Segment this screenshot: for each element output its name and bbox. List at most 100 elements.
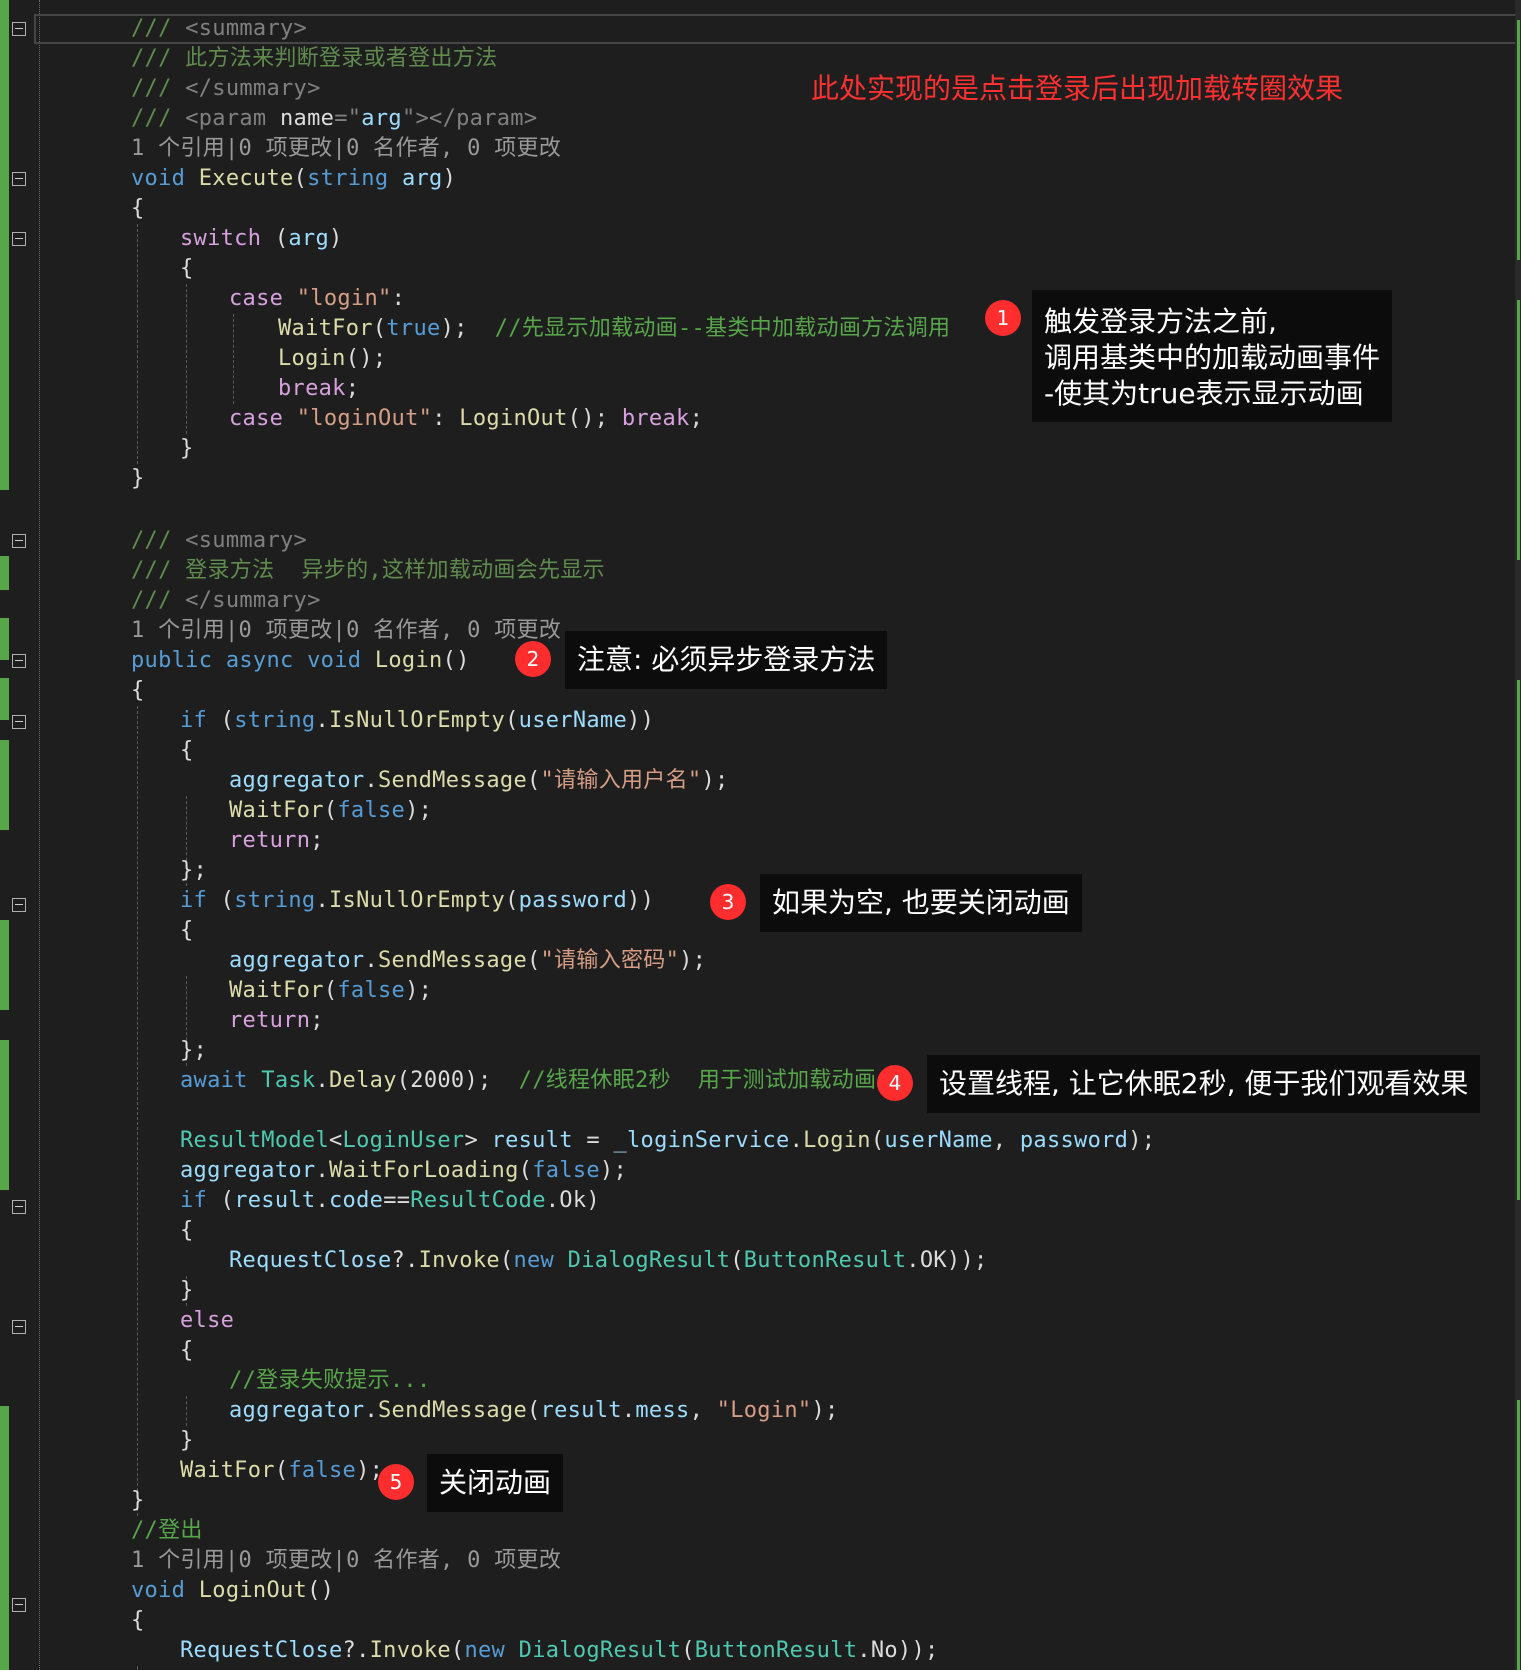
code-token: . [315, 888, 330, 913]
code-token: IsNullOrEmpty [329, 888, 506, 913]
code-line[interactable]: public async void Login() [131, 646, 470, 676]
scrollbar-change-marker [1517, 1400, 1520, 1670]
code-line[interactable]: } [131, 1486, 145, 1516]
code-line[interactable]: WaitFor(false); [229, 796, 432, 826]
codelens-reference[interactable]: 1 个引用|0 项更改|0 名作者, 0 项更改 [131, 618, 561, 643]
code-token: break [278, 376, 346, 401]
code-line[interactable]: { [180, 1216, 194, 1246]
code-token: result [491, 1128, 573, 1153]
code-token: </summary> [185, 76, 321, 101]
code-line[interactable]: aggregator.SendMessage("请输入用户名"); [229, 766, 729, 796]
code-line[interactable]: case "loginOut": LoginOut(); break; [229, 404, 703, 434]
code-line[interactable]: //登出 [131, 1516, 203, 1546]
code-token: ); [405, 798, 433, 823]
collapse-toggle-icon[interactable] [12, 715, 26, 729]
code-token: ( [518, 1158, 533, 1183]
collapse-toggle-icon[interactable] [12, 654, 26, 668]
code-line[interactable]: /// <summary> [131, 14, 307, 44]
code-line[interactable]: /// <summary> [131, 526, 307, 556]
code-line[interactable]: }; [180, 1036, 207, 1066]
code-line[interactable]: 1 个引用|0 项更改|0 名作者, 0 项更改 [131, 1546, 561, 1576]
code-line[interactable]: break; [278, 374, 359, 404]
code-line[interactable]: 1 个引用|0 项更改|0 名作者, 0 项更改 [131, 134, 561, 164]
code-token: password [1019, 1128, 1129, 1153]
code-line[interactable]: WaitFor(true); //先显示加载动画--基类中加载动画方法调用 [278, 314, 950, 344]
vertical-scrollbar[interactable] [1515, 0, 1521, 1670]
code-token: ); [811, 1398, 839, 1423]
code-line[interactable]: if (result.code==ResultCode.Ok) [180, 1186, 600, 1216]
code-line[interactable]: { [180, 1336, 194, 1366]
code-token: </summary> [185, 588, 321, 613]
code-line[interactable]: void LoginOut() [131, 1576, 334, 1606]
scrollbar-change-marker [1517, 20, 1520, 260]
collapse-toggle-icon[interactable] [12, 1320, 26, 1334]
codelens-reference[interactable]: 1 个引用|0 项更改|0 名作者, 0 项更改 [131, 1548, 561, 1573]
code-line[interactable]: return; [229, 826, 324, 856]
code-line[interactable]: } [180, 434, 194, 464]
code-token: aggregator [229, 948, 365, 973]
code-token: ?. [391, 1248, 419, 1273]
code-line[interactable]: 1 个引用|0 项更改|0 名作者, 0 项更改 [131, 616, 561, 646]
code-line[interactable]: { [180, 916, 194, 946]
code-line[interactable]: { [131, 194, 145, 224]
code-token: () [307, 1578, 335, 1603]
code-line[interactable]: RequestClose?.Invoke(new DialogResult(Bu… [180, 1636, 939, 1666]
collapse-toggle-icon[interactable] [12, 172, 26, 186]
code-line[interactable]: aggregator.SendMessage("请输入密码"); [229, 946, 706, 976]
code-line[interactable]: aggregator.WaitForLoading(false); [180, 1156, 627, 1186]
code-token: //先显示加载动画--基类中加载动画方法调用 [494, 316, 951, 341]
code-line[interactable]: //登录失败提示... [229, 1366, 431, 1396]
code-line[interactable]: else [180, 1306, 234, 1336]
codelens-reference[interactable]: 1 个引用|0 项更改|0 名作者, 0 项更改 [131, 136, 561, 161]
code-editor[interactable]: /// <summary>/// 此方法来判断登录或者登出方法/// </sum… [0, 0, 1521, 1670]
code-line[interactable]: /// <param name="arg"></param> [131, 104, 537, 134]
code-line[interactable]: /// </summary> [131, 74, 321, 104]
code-line[interactable]: } [180, 1276, 194, 1306]
code-token: new [513, 1248, 555, 1273]
collapse-toggle-icon[interactable] [12, 22, 26, 36]
code-line[interactable]: { [180, 254, 194, 284]
code-line[interactable]: } [131, 464, 145, 494]
code-token: { [131, 678, 145, 703]
code-token: userName [518, 708, 628, 733]
code-line[interactable]: return; [229, 1006, 324, 1036]
code-line[interactable]: { [180, 736, 194, 766]
code-token: { [180, 1338, 194, 1363]
changed-lines-marker [0, 678, 9, 720]
code-line[interactable]: { [131, 676, 145, 706]
code-token: name [280, 106, 335, 131]
collapse-toggle-icon[interactable] [12, 898, 26, 912]
collapse-toggle-icon[interactable] [12, 1200, 26, 1214]
callout-badge-3: 3 [710, 884, 746, 920]
code-line[interactable]: ResultModel<LoginUser> result = _loginSe… [180, 1126, 1155, 1156]
code-line[interactable]: WaitFor(false); [229, 976, 432, 1006]
collapse-toggle-icon[interactable] [12, 1598, 26, 1612]
headline-annotation: 此处实现的是点击登录后出现加载转圈效果 [811, 72, 1344, 105]
collapse-toggle-icon[interactable] [12, 534, 26, 548]
code-line[interactable]: switch (arg) [180, 224, 343, 254]
code-line[interactable]: void Execute(string arg) [131, 164, 456, 194]
code-line[interactable]: /// 此方法来判断登录或者登出方法 [131, 44, 497, 74]
code-token: await [180, 1068, 248, 1093]
collapse-toggle-icon[interactable] [12, 232, 26, 246]
code-token: ( [323, 978, 338, 1003]
code-line[interactable]: WaitFor(false); [180, 1456, 383, 1486]
code-token: mess [635, 1398, 690, 1423]
code-line[interactable]: { [131, 1606, 145, 1636]
code-line[interactable]: case "login": [229, 284, 405, 314]
code-line[interactable]: if (string.IsNullOrEmpty(password)) [180, 886, 654, 916]
code-line[interactable]: aggregator.SendMessage(result.mess, "Log… [229, 1396, 839, 1426]
code-line[interactable]: if (string.IsNullOrEmpty(userName)) [180, 706, 654, 736]
code-line[interactable]: /// 登录方法 异步的,这样加载动画会先显示 [131, 556, 605, 586]
code-line[interactable]: RequestClose?.Invoke(new DialogResult(Bu… [229, 1246, 988, 1276]
code-token: return [229, 828, 311, 853]
code-line[interactable]: /// </summary> [131, 586, 321, 616]
code-line[interactable]: Login(); [278, 344, 386, 374]
code-line[interactable]: } [180, 1426, 194, 1456]
code-line[interactable]: await Task.Delay(2000); //线程休眠2秒 用于测试加载动… [180, 1066, 876, 1096]
code-line[interactable]: }; [180, 856, 207, 886]
